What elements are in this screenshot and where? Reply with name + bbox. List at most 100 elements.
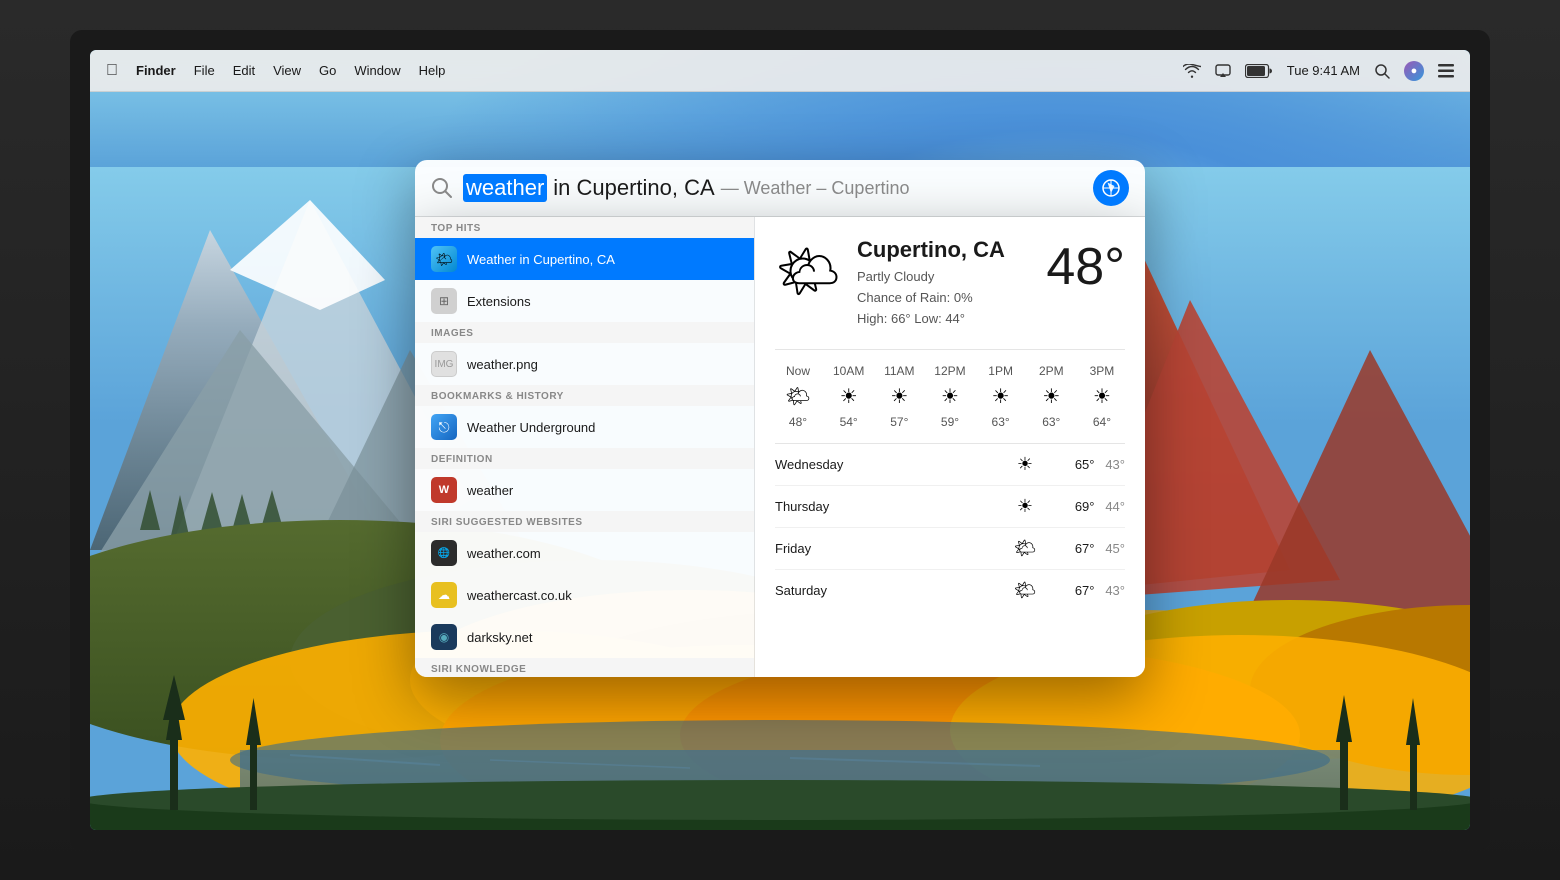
hour-0-icon: 🌤 xyxy=(775,384,821,409)
daily-row-1: Thursday ☀ 69° 44° xyxy=(775,486,1125,528)
safari-button[interactable] xyxy=(1093,170,1129,206)
apple-menu[interactable]:  xyxy=(106,62,118,80)
hour-3-time: 12PM xyxy=(927,364,973,378)
weather-sun-icon: 🌤 xyxy=(775,241,841,302)
daily-icon-2: 🌤 xyxy=(1005,538,1045,559)
weather-header: 🌤 Cupertino, CA Partly Cloudy Chance of … xyxy=(775,237,1125,329)
extensions-icon: ⊞ xyxy=(431,288,457,314)
result-weather-png[interactable]: IMG weather.png xyxy=(415,343,754,385)
finder-menu[interactable]: Finder xyxy=(136,63,176,78)
daily-day-3: Saturday xyxy=(775,583,1005,598)
view-menu[interactable]: View xyxy=(273,63,301,78)
weather-current-temp: 48° xyxy=(1046,237,1125,297)
daily-high-0: 65° xyxy=(1075,457,1095,472)
hour-0-time: Now xyxy=(775,364,821,378)
section-top-hits: TOP HITS xyxy=(415,217,754,238)
menubar-right: Tue 9:41 AM ● xyxy=(1183,61,1454,81)
hour-1-icon: ☀ xyxy=(826,384,872,409)
daily-day-2: Friday xyxy=(775,541,1005,556)
section-images: IMAGES xyxy=(415,322,754,343)
daily-icon-1: ☀ xyxy=(1005,496,1045,517)
results-left: TOP HITS 🌤 Weather in Cupertino, CA ⊞ xyxy=(415,217,755,677)
result-label: weather.png xyxy=(467,357,538,372)
daily-row-0: Wednesday ☀ 65° 43° xyxy=(775,444,1125,486)
daily-high-1: 69° xyxy=(1075,499,1095,514)
file-menu[interactable]: File xyxy=(194,63,215,78)
result-label: Weather Underground xyxy=(467,420,595,435)
search-text[interactable]: weather in Cupertino, CA — Weather – Cupe… xyxy=(463,174,1083,202)
hour-6-temp: 64° xyxy=(1079,415,1125,429)
daily-day-0: Wednesday xyxy=(775,457,1005,472)
bookmark-icon: ⎋ xyxy=(431,414,457,440)
daily-day-1: Thursday xyxy=(775,499,1005,514)
daily-high-3: 67° xyxy=(1075,583,1095,598)
result-weather-cupertino[interactable]: 🌤 Weather in Cupertino, CA xyxy=(415,238,754,280)
wifi-icon[interactable] xyxy=(1183,64,1201,78)
hour-2-time: 11AM xyxy=(876,364,922,378)
daily-low-0: 43° xyxy=(1105,457,1125,472)
website-icon-3: ◉ xyxy=(431,624,457,650)
result-weather-com[interactable]: 🌐 weather.com xyxy=(415,532,754,574)
laptop-frame:  Finder File Edit View Go Window Help xyxy=(0,0,1560,880)
daily-temps-0: 65° 43° xyxy=(1045,457,1125,472)
daily-temps-2: 67° 45° xyxy=(1045,541,1125,556)
result-label: Weather in Cupertino, CA xyxy=(467,252,615,267)
weather-condition: Partly Cloudy Chance of Rain: 0% High: 6… xyxy=(857,267,1005,329)
hourly-icons-row: 🌤 ☀ ☀ ☀ ☀ ☀ ☀ xyxy=(775,384,1125,409)
screen:  Finder File Edit View Go Window Help xyxy=(90,50,1470,830)
go-menu[interactable]: Go xyxy=(319,63,336,78)
result-weather-def[interactable]: W weather xyxy=(415,469,754,511)
spotlight-container: weather in Cupertino, CA — Weather – Cupe… xyxy=(415,160,1145,677)
airplay-icon[interactable] xyxy=(1215,64,1231,78)
result-label: Extensions xyxy=(467,294,531,309)
hour-4-time: 1PM xyxy=(978,364,1024,378)
search-query-highlight: weather xyxy=(463,174,547,202)
result-label: weather xyxy=(467,483,513,498)
edit-menu[interactable]: Edit xyxy=(233,63,255,78)
result-label: weathercast.co.uk xyxy=(467,588,572,603)
hour-4-temp: 63° xyxy=(978,415,1024,429)
hour-1-time: 10AM xyxy=(826,364,872,378)
user-avatar[interactable]: ● xyxy=(1404,61,1424,81)
daily-temps-3: 67° 43° xyxy=(1045,583,1125,598)
result-weather-underground[interactable]: ⎋ Weather Underground xyxy=(415,406,754,448)
section-siri-knowledge: SIRI KNOWLEDGE xyxy=(415,658,754,677)
hour-6-time: 3PM xyxy=(1079,364,1125,378)
screen-bezel:  Finder File Edit View Go Window Help xyxy=(70,30,1490,850)
hour-1-temp: 54° xyxy=(826,415,872,429)
section-bookmarks: BOOKMARKS & HISTORY xyxy=(415,385,754,406)
daily-low-1: 44° xyxy=(1105,499,1125,514)
search-suggestion: — Weather – Cupertino xyxy=(721,178,910,199)
menubar-left:  Finder File Edit View Go Window Help xyxy=(106,62,1183,80)
battery-icon xyxy=(1245,64,1273,78)
help-menu[interactable]: Help xyxy=(419,63,446,78)
spotlight-results: TOP HITS 🌤 Weather in Cupertino, CA ⊞ xyxy=(415,217,1145,677)
daily-icon-3: 🌤 xyxy=(1005,580,1045,601)
notification-icon[interactable] xyxy=(1438,64,1454,78)
hour-5-time: 2PM xyxy=(1028,364,1074,378)
search-icon xyxy=(431,177,453,199)
hourly-forecast: Now 10AM 11AM 12PM 1PM 2PM 3PM 🌤 ☀ xyxy=(775,349,1125,429)
search-query-rest: in Cupertino, CA xyxy=(553,175,714,201)
hour-6-icon: ☀ xyxy=(1079,384,1125,409)
hourly-temps-row: 48° 54° 57° 59° 63° 63° 64° xyxy=(775,415,1125,429)
spotlight-search-icon[interactable] xyxy=(1374,63,1390,79)
result-weathercast[interactable]: ☁ weathercast.co.uk xyxy=(415,574,754,616)
window-menu[interactable]: Window xyxy=(354,63,400,78)
hour-5-temp: 63° xyxy=(1028,415,1074,429)
daily-row-3: Saturday 🌤 67° 43° xyxy=(775,570,1125,611)
section-siri-websites: SIRI SUGGESTED WEBSITES xyxy=(415,511,754,532)
menubar-time: Tue 9:41 AM xyxy=(1287,63,1360,78)
daily-low-2: 45° xyxy=(1105,541,1125,556)
website-icon-1: 🌐 xyxy=(431,540,457,566)
menubar:  Finder File Edit View Go Window Help xyxy=(90,50,1470,92)
image-icon: IMG xyxy=(431,351,457,377)
result-darksky[interactable]: ◉ darksky.net xyxy=(415,616,754,658)
result-extensions[interactable]: ⊞ Extensions xyxy=(415,280,754,322)
weather-info: Cupertino, CA Partly Cloudy Chance of Ra… xyxy=(857,237,1005,329)
daily-temps-1: 69° 44° xyxy=(1045,499,1125,514)
hour-3-temp: 59° xyxy=(927,415,973,429)
daily-high-2: 67° xyxy=(1075,541,1095,556)
hour-2-temp: 57° xyxy=(876,415,922,429)
hour-5-icon: ☀ xyxy=(1028,384,1074,409)
